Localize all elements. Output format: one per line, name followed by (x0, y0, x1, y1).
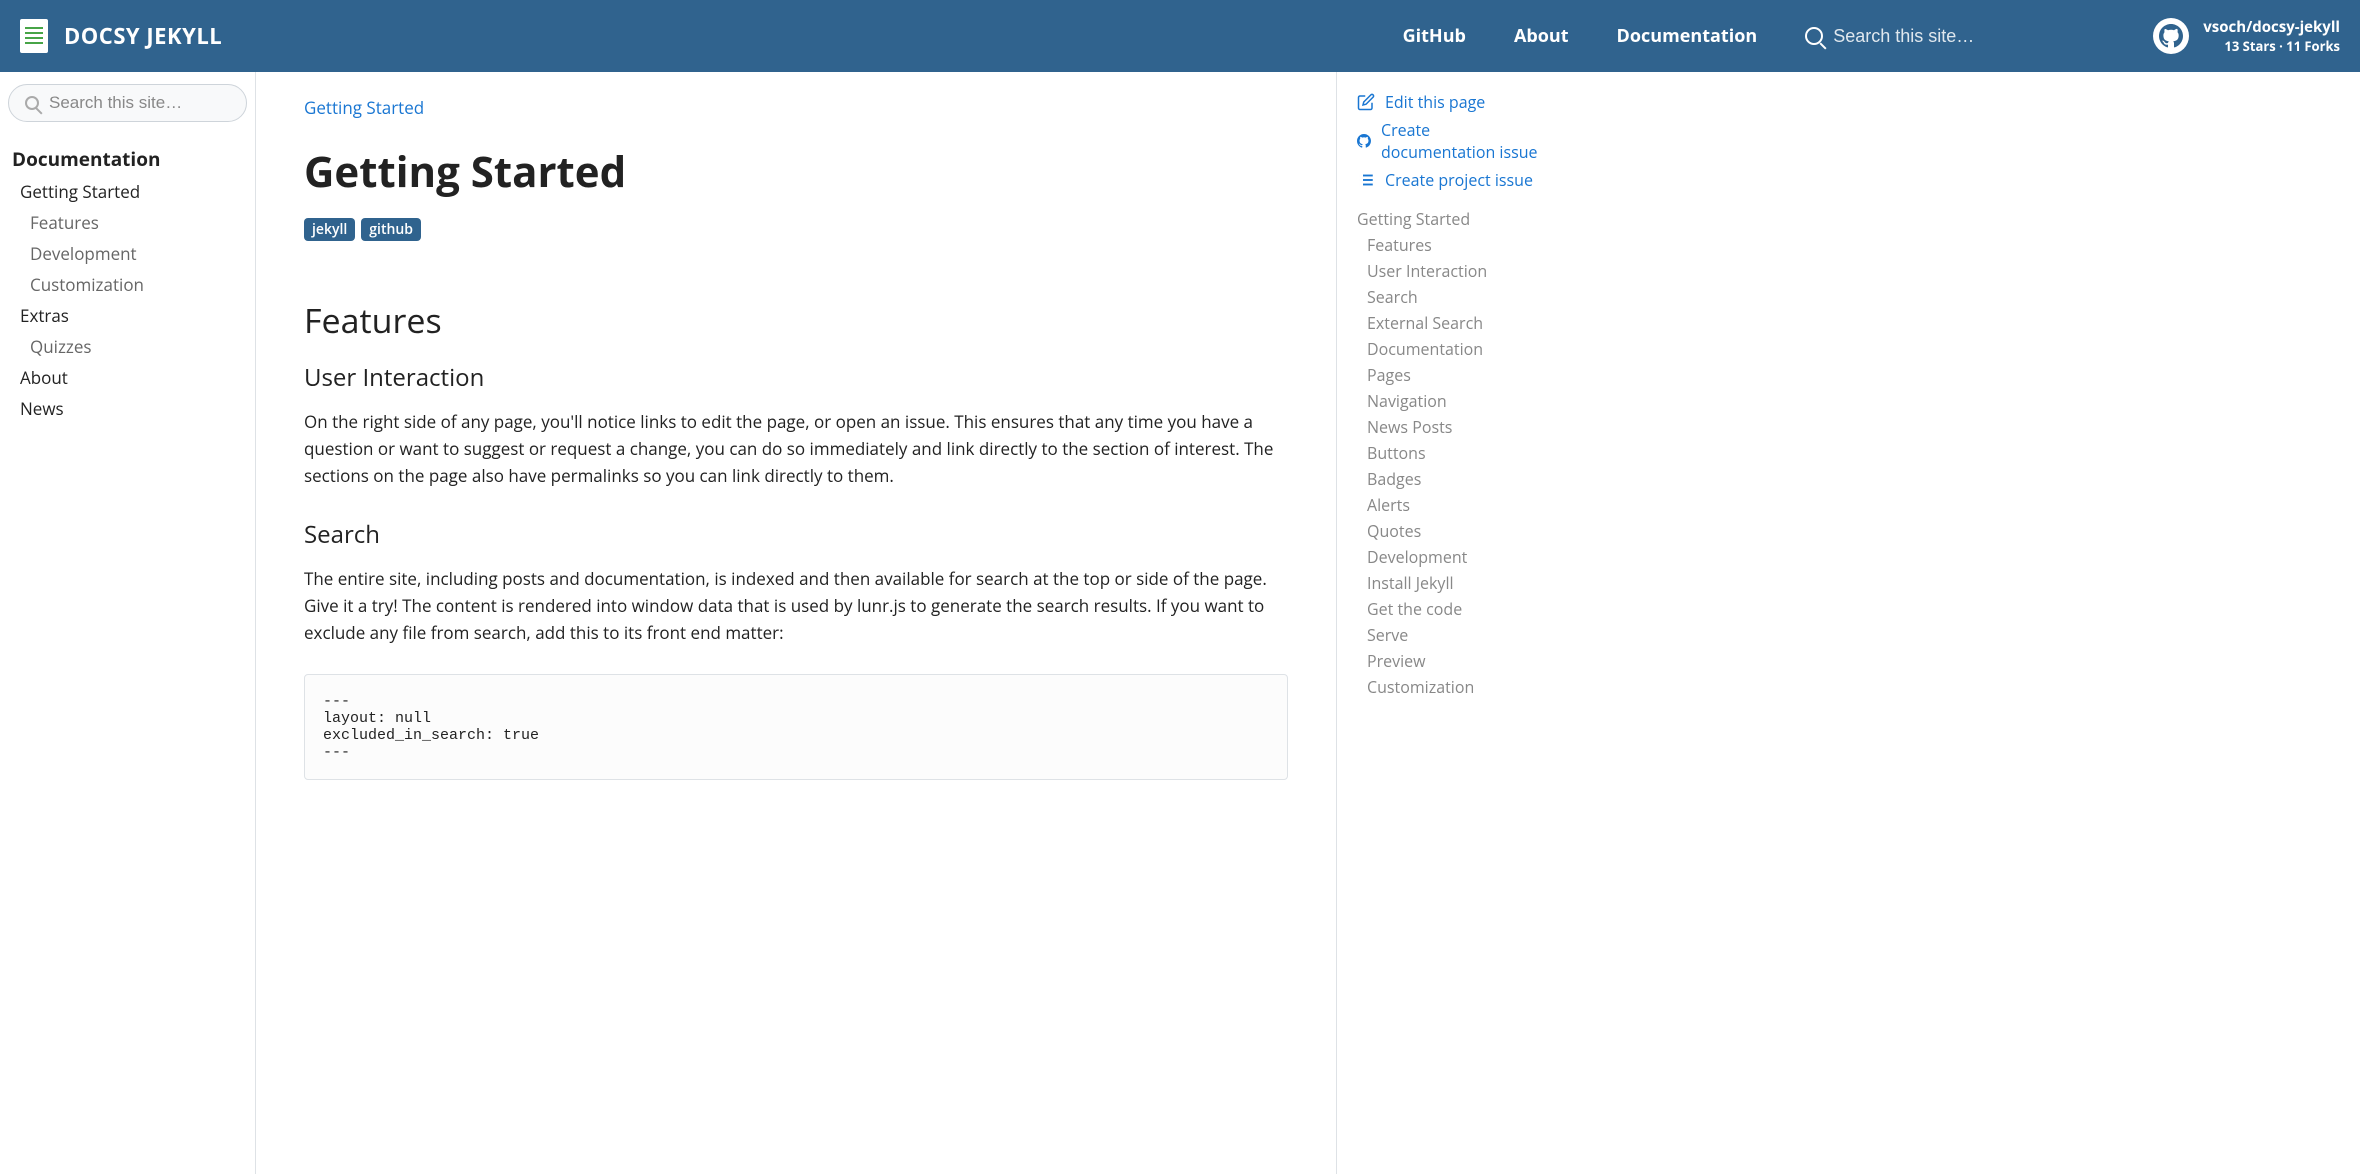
sidebar-item[interactable]: News (8, 393, 247, 424)
edit-page-label: Edit this page (1385, 91, 1485, 113)
sidebar-search[interactable] (8, 84, 247, 122)
toc-item[interactable]: News Posts (1357, 414, 1544, 440)
navbar-github[interactable]: vsoch/docsy-jekyll 13 Stars · 11 Forks (2153, 17, 2340, 55)
toc-item[interactable]: Serve (1357, 622, 1544, 648)
sidebar-root[interactable]: Documentation (8, 142, 247, 176)
toc-item[interactable]: Getting Started (1357, 206, 1544, 232)
toc-item[interactable]: Search (1357, 284, 1544, 310)
doc-issue-label: Create documentation issue (1381, 119, 1544, 163)
breadcrumb[interactable]: Getting Started (304, 96, 1288, 119)
toc-item[interactable]: User Interaction (1357, 258, 1544, 284)
sidebar-item[interactable]: About (8, 362, 247, 393)
edit-page-link[interactable]: Edit this page (1357, 88, 1544, 116)
toc-item[interactable]: Pages (1357, 362, 1544, 388)
sidebar-right: Edit this page Create documentation issu… (1336, 72, 1560, 1174)
toc-item[interactable]: Features (1357, 232, 1544, 258)
tags: jekyll github (304, 218, 1288, 241)
nav-link-documentation[interactable]: Documentation (1617, 24, 1758, 48)
nav-link-about[interactable]: About (1514, 24, 1569, 48)
paragraph-user-interaction: On the right side of any page, you'll no… (304, 408, 1288, 490)
sidebar-item[interactable]: Quizzes (8, 331, 247, 362)
page-title: Getting Started (304, 143, 1288, 200)
toc: Getting StartedFeaturesUser InteractionS… (1357, 206, 1544, 700)
toc-item[interactable]: Install Jekyll (1357, 570, 1544, 596)
doc-issue-link[interactable]: Create documentation issue (1357, 116, 1544, 166)
sidebar-search-input[interactable] (49, 93, 230, 113)
toc-item[interactable]: Preview (1357, 648, 1544, 674)
heading-features: Features (304, 297, 1288, 343)
paragraph-search: The entire site, including posts and doc… (304, 565, 1288, 647)
heading-user-interaction: User Interaction (304, 361, 1288, 394)
sidebar-item[interactable]: Features (8, 207, 247, 238)
toc-item[interactable]: Get the code (1357, 596, 1544, 622)
navbar-search[interactable] (1805, 26, 2113, 47)
toc-item[interactable]: Badges (1357, 466, 1544, 492)
github-repo: vsoch/docsy-jekyll (2203, 17, 2340, 37)
code-block: --- layout: null excluded_in_search: tru… (304, 674, 1288, 780)
main-content: Getting Started Getting Started jekyll gi… (256, 72, 1336, 1174)
sidebar-item[interactable]: Development (8, 238, 247, 269)
sidebar-item[interactable]: Extras (8, 300, 247, 331)
sidebar-items: Getting StartedFeaturesDevelopmentCustom… (8, 176, 247, 424)
nav-link-github[interactable]: GitHub (1403, 24, 1466, 48)
tag[interactable]: jekyll (304, 218, 355, 241)
project-issue-link[interactable]: Create project issue (1357, 166, 1544, 194)
navbar-search-input[interactable] (1833, 26, 2113, 47)
doc-icon (20, 19, 48, 53)
sidebar-item[interactable]: Getting Started (8, 176, 247, 207)
brand-title: DOCSY JEKYLL (64, 21, 222, 51)
navbar-brand[interactable]: DOCSY JEKYLL (20, 19, 222, 53)
sidebar-left: Documentation Getting StartedFeaturesDev… (0, 72, 256, 1174)
github-stats: 13 Stars · 11 Forks (2203, 37, 2340, 55)
toc-item[interactable]: Documentation (1357, 336, 1544, 362)
navbar-nav: GitHub About Documentation (1403, 24, 1758, 48)
toc-item[interactable]: External Search (1357, 310, 1544, 336)
navbar: DOCSY JEKYLL GitHub About Documentation … (0, 0, 2360, 72)
github-icon (1357, 132, 1371, 150)
search-icon (1805, 27, 1823, 45)
toc-item[interactable]: Buttons (1357, 440, 1544, 466)
tag[interactable]: github (361, 218, 421, 241)
github-text: vsoch/docsy-jekyll 13 Stars · 11 Forks (2203, 17, 2340, 55)
toc-item[interactable]: Quotes (1357, 518, 1544, 544)
toc-item[interactable]: Navigation (1357, 388, 1544, 414)
toc-item[interactable]: Customization (1357, 674, 1544, 700)
edit-icon (1357, 93, 1375, 111)
github-icon (2153, 18, 2189, 54)
toc-item[interactable]: Alerts (1357, 492, 1544, 518)
search-icon (25, 96, 39, 110)
heading-search: Search (304, 518, 1288, 551)
project-issue-label: Create project issue (1385, 169, 1533, 191)
list-icon (1357, 171, 1375, 189)
sidebar-item[interactable]: Customization (8, 269, 247, 300)
toc-item[interactable]: Development (1357, 544, 1544, 570)
sidebar-nav: Documentation (8, 142, 247, 176)
